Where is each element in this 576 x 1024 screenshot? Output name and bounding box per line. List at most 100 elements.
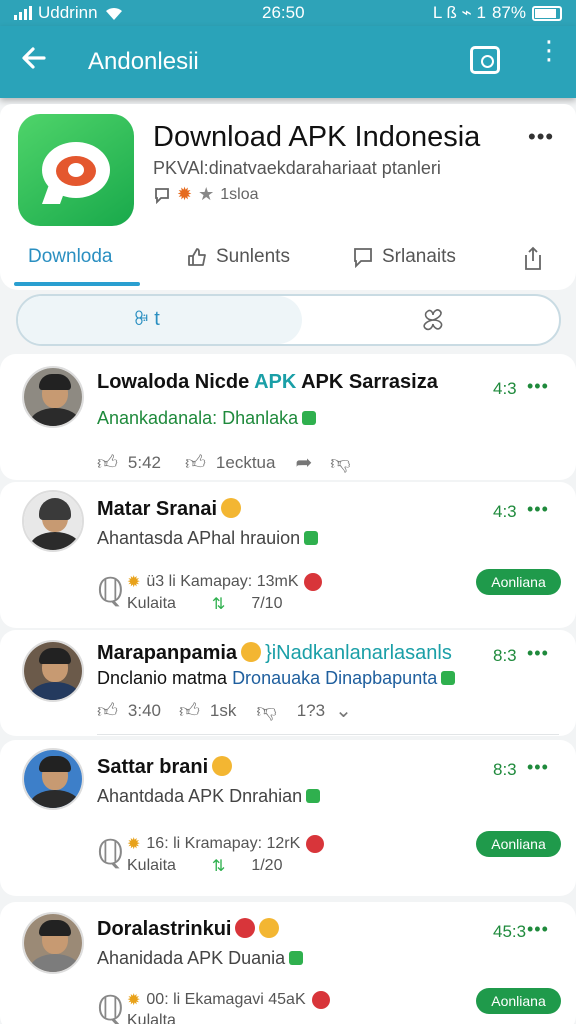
tab-bar: Downloda Sunlents Srlanaits (0, 238, 576, 288)
more-horiz-icon[interactable]: ••• (527, 757, 549, 778)
tab-likes[interactable]: Sunlents (186, 246, 290, 268)
post-title: Marapanpamia}iNadkanlanarlasanls (97, 642, 452, 664)
comments-count: 1sk (209, 700, 237, 720)
segment-like[interactable] (18, 296, 302, 344)
app-bar: Andonlesii ⋮ (0, 26, 576, 98)
reaction-icon (306, 835, 325, 853)
more-horiz-icon[interactable]: ••• (527, 919, 549, 940)
divider (97, 734, 559, 735)
post-title: Doralastrinkui (97, 918, 280, 941)
likes-count: 5:42 (127, 452, 161, 472)
more-horiz-icon[interactable]: ••• (527, 376, 549, 397)
star-icon: ★ (198, 184, 215, 204)
comment-icon (354, 248, 372, 268)
signal-icon (14, 6, 32, 20)
comment-icon (155, 187, 169, 204)
app-title: Download APK Indonesia (153, 121, 481, 153)
avatar[interactable] (22, 366, 84, 428)
post-time: 4:3 (493, 379, 517, 398)
more-horiz-icon[interactable]: ••• (527, 499, 549, 520)
thumb-down-icon[interactable]: 👎︎ (330, 451, 350, 475)
active-tab-indicator (14, 282, 140, 286)
thumb-up-icon (188, 248, 206, 266)
thumb-up-icon (302, 411, 317, 425)
post-time: 8:3 (493, 760, 517, 779)
tab-label: Downloda (28, 246, 113, 267)
chat-icon[interactable] (470, 46, 500, 74)
arrows-icon: ⇅ (211, 596, 226, 613)
emoji-icon (235, 918, 256, 938)
badge-icon: ℚ (97, 572, 124, 610)
emoji-icon (221, 498, 242, 518)
action-button[interactable]: Aonliana (476, 831, 561, 857)
reply-count: 1?3 (296, 700, 326, 720)
sun-icon: ✹ (127, 836, 141, 853)
avatar[interactable] (22, 748, 84, 810)
app-bar-title: Andonlesii (88, 48, 199, 75)
sun-icon: ✹ (177, 184, 193, 204)
thumb-up-icon[interactable]: 👍︎ (97, 451, 118, 475)
post-title: Matar Sranai (97, 498, 242, 521)
sun-icon: ✹ (127, 574, 141, 591)
share-arrow-icon[interactable]: ➦ (295, 450, 312, 475)
post-card[interactable]: Sattar brani Ahantdada APK Dnrahian 8:3 … (0, 740, 576, 896)
app-meta: ✹ ★ 1sloa (153, 184, 258, 205)
more-horiz-icon[interactable]: ••• (527, 643, 549, 664)
avatar[interactable] (22, 490, 84, 552)
back-arrow-icon[interactable] (20, 44, 56, 80)
post-card[interactable]: Doralastrinkui Ahanidada APK Duania 45:3… (0, 902, 576, 1024)
tab-downloads[interactable]: Downloda (28, 246, 113, 268)
segmented-control: ꔭ t (16, 294, 561, 346)
post-subtitle: Anankadanala: Dhanlaka (97, 408, 317, 429)
clover-icon[interactable] (418, 306, 448, 339)
clock: 26:50 (262, 3, 305, 22)
arrows-icon: ⇅ (211, 858, 226, 875)
emoji-icon (259, 918, 280, 938)
status-bar: Uddrinn 26:50 L ß ⌁ 1 87% (0, 0, 576, 26)
thumb-up-icon (289, 951, 304, 965)
thumb-down-icon[interactable]: 👎︎ (256, 699, 276, 723)
more-vert-icon[interactable]: ⋮ (536, 37, 562, 63)
badge-icon: ℚ (97, 990, 124, 1024)
emoji-icon (212, 756, 233, 776)
chevron-down-icon[interactable]: ⌄ (335, 698, 352, 723)
post-subtitle: Ahanidada APK Duania (97, 948, 304, 969)
badge-icon: ℚ (97, 834, 124, 872)
battery-icon (532, 5, 562, 21)
post-card[interactable]: Marapanpamia}iNadkanlanarlasanls Dnclani… (0, 630, 576, 736)
app-logo (18, 114, 134, 226)
tab-label: Srlanaits (382, 246, 456, 267)
post-subtitle: Ahantdada APK Dnrahian (97, 786, 321, 807)
segment-like-label: ꔭ t (134, 308, 160, 330)
action-button[interactable]: Aonliana (476, 988, 561, 1014)
thumb-up-icon[interactable]: 👍︎ (179, 699, 200, 723)
share-icon (525, 246, 541, 270)
action-button[interactable]: Aonliana (476, 569, 561, 595)
sun-icon: ✹ (127, 992, 141, 1009)
thumb-up-icon[interactable]: 👍︎ (97, 699, 118, 723)
avatar[interactable] (22, 640, 84, 702)
thumb-up-icon (441, 671, 456, 685)
post-subtitle: Ahantasda APhal hrauion (97, 528, 319, 549)
post-actions: 👍︎ 5:42 👍︎ 1ecktua ➦ 👎︎ (97, 450, 351, 475)
app-header-card: Download APK Indonesia PKVAl:dinatvaekda… (0, 104, 576, 290)
wifi-icon (105, 7, 122, 21)
post-subtitle: Dnclanio matma Dronauaka Dinapbapunta (97, 668, 456, 689)
tab-comments[interactable]: Srlanaits (352, 246, 456, 268)
app-subtitle: PKVAl:dinatvaekdarahariaat ptanleri (153, 158, 441, 178)
thumb-up-icon[interactable]: 👍︎ (185, 451, 206, 475)
shares-count: 1ecktua (215, 452, 276, 472)
post-title: Lowaloda Nicde APK APK Sarrasiza (97, 371, 438, 393)
status-icons: L ß ⌁ 1 (432, 3, 486, 22)
post-time: 45:3 (493, 922, 527, 941)
thumb-up-icon (306, 789, 321, 803)
thumb-up-icon (304, 531, 319, 545)
tab-share[interactable] (522, 246, 544, 272)
more-horiz-icon[interactable]: ••• (528, 124, 554, 150)
avatar[interactable] (22, 912, 84, 974)
post-card[interactable]: Lowaloda Nicde APK APK Sarrasiza Anankad… (0, 354, 576, 480)
post-time: 4:3 (493, 502, 517, 521)
post-card[interactable]: Matar Sranai Ahantasda APhal hrauion 4:3… (0, 482, 576, 628)
reaction-icon (304, 573, 323, 591)
emoji-icon (241, 642, 262, 662)
